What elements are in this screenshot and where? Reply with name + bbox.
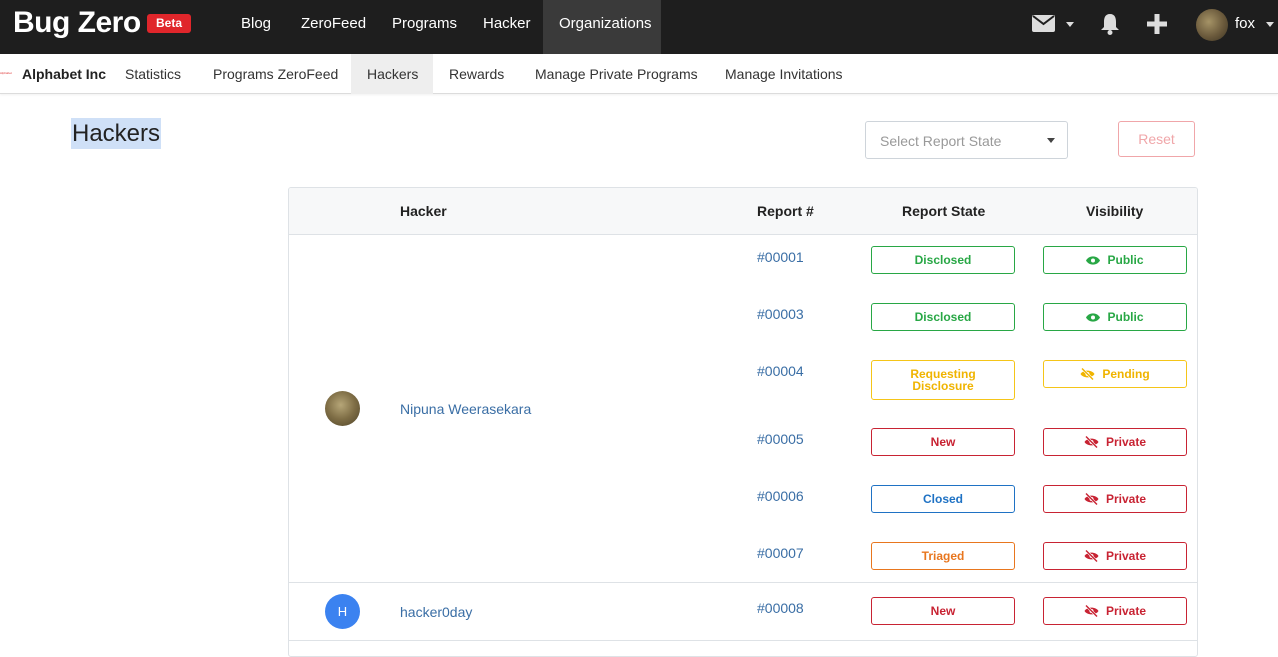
visibility-badge[interactable]: Private bbox=[1043, 597, 1187, 625]
visibility-badge[interactable]: Private bbox=[1043, 542, 1187, 570]
eye-icon bbox=[1086, 312, 1101, 322]
tab-manage-invitations[interactable]: Manage Invitations bbox=[709, 54, 859, 94]
plus-icon[interactable] bbox=[1147, 14, 1167, 39]
mail-dropdown-chevron-icon[interactable] bbox=[1066, 22, 1074, 27]
header-report-state: Report State bbox=[902, 203, 986, 219]
org-name[interactable]: Alphabet Inc bbox=[22, 66, 106, 82]
report-state-badge[interactable]: Closed bbox=[871, 485, 1015, 513]
brand-logo[interactable]: Bug Zero bbox=[13, 6, 141, 40]
report-state-badge[interactable]: Requesting Disclosure bbox=[871, 360, 1015, 400]
tab-programs-zerofeed[interactable]: Programs ZeroFeed bbox=[197, 54, 354, 94]
eye-slash-icon bbox=[1084, 605, 1099, 617]
hacker-name-link[interactable]: Nipuna Weerasekara bbox=[400, 401, 531, 417]
org-subnav: Alphabet Alphabet Inc Statistics Program… bbox=[0, 54, 1278, 94]
bell-icon[interactable] bbox=[1100, 13, 1120, 40]
table-header: Hacker Report # Report State Visibility bbox=[289, 188, 1197, 235]
user-avatar[interactable] bbox=[1196, 9, 1228, 41]
report-state-badge[interactable]: New bbox=[871, 428, 1015, 456]
eye-slash-icon bbox=[1084, 493, 1099, 505]
report-state-badge[interactable]: New bbox=[871, 597, 1015, 625]
visibility-badge[interactable]: Private bbox=[1043, 428, 1187, 456]
report-link[interactable]: #00008 bbox=[757, 600, 804, 616]
report-link[interactable]: #00007 bbox=[757, 545, 804, 561]
user-dropdown-chevron-icon[interactable] bbox=[1266, 22, 1274, 27]
eye-slash-icon bbox=[1084, 436, 1099, 448]
header-visibility: Visibility bbox=[1086, 203, 1144, 219]
visibility-badge[interactable]: Pending bbox=[1043, 360, 1187, 388]
group-divider bbox=[289, 640, 1197, 641]
report-state-select[interactable]: Select Report State bbox=[865, 121, 1068, 159]
group-divider bbox=[289, 582, 1197, 583]
page-title: Hackers bbox=[71, 118, 162, 149]
reset-button[interactable]: Reset bbox=[1118, 121, 1195, 157]
user-name[interactable]: fox bbox=[1235, 15, 1255, 32]
nav-hacker[interactable]: Hacker bbox=[467, 0, 547, 54]
report-state-badge[interactable]: Disclosed bbox=[871, 303, 1015, 331]
hackers-table: Hacker Report # Report State Visibility … bbox=[288, 187, 1198, 657]
nav-organizations[interactable]: Organizations bbox=[543, 0, 661, 54]
tab-manage-private-programs[interactable]: Manage Private Programs bbox=[519, 54, 714, 94]
report-link[interactable]: #00001 bbox=[757, 249, 804, 265]
visibility-badge[interactable]: Public bbox=[1043, 246, 1187, 274]
report-state-select-placeholder: Select Report State bbox=[880, 133, 1002, 149]
avatar bbox=[325, 391, 360, 426]
tab-statistics[interactable]: Statistics bbox=[109, 54, 197, 94]
nav-blog[interactable]: Blog bbox=[225, 0, 287, 54]
report-link[interactable]: #00005 bbox=[757, 431, 804, 447]
eye-icon bbox=[1086, 255, 1101, 265]
hacker-name-link[interactable]: hacker0day bbox=[400, 604, 472, 620]
tab-hackers[interactable]: Hackers bbox=[351, 54, 433, 94]
report-link[interactable]: #00006 bbox=[757, 488, 804, 504]
org-logo: Alphabet bbox=[0, 71, 12, 75]
chevron-down-icon bbox=[1047, 138, 1055, 143]
mail-icon[interactable] bbox=[1032, 15, 1055, 37]
eye-slash-icon bbox=[1084, 550, 1099, 562]
visibility-badge[interactable]: Private bbox=[1043, 485, 1187, 513]
eye-slash-icon bbox=[1080, 368, 1095, 380]
visibility-badge[interactable]: Public bbox=[1043, 303, 1187, 331]
header-hacker: Hacker bbox=[400, 203, 447, 219]
report-state-badge[interactable]: Disclosed bbox=[871, 246, 1015, 274]
header-report: Report # bbox=[757, 203, 814, 219]
top-navbar: Bug Zero Beta Blog ZeroFeed Programs Hac… bbox=[0, 0, 1278, 54]
avatar: H bbox=[325, 594, 360, 629]
beta-badge: Beta bbox=[147, 14, 191, 33]
report-state-badge[interactable]: Triaged bbox=[871, 542, 1015, 570]
nav-zerofeed[interactable]: ZeroFeed bbox=[285, 0, 382, 54]
nav-programs[interactable]: Programs bbox=[376, 0, 473, 54]
report-link[interactable]: #00004 bbox=[757, 363, 804, 379]
tab-rewards[interactable]: Rewards bbox=[433, 54, 520, 94]
report-link[interactable]: #00003 bbox=[757, 306, 804, 322]
